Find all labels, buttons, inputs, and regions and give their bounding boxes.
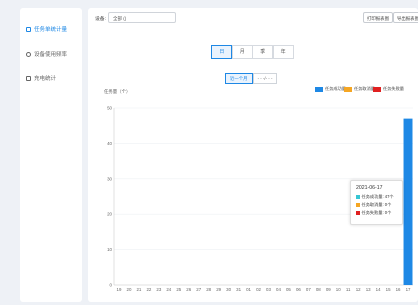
sidebar-item-device-usage[interactable]: 设备使用频率 (26, 50, 67, 58)
y-tick-label: 40 (107, 141, 112, 146)
x-tick-label: 15 (386, 287, 391, 292)
battery-icon (26, 75, 31, 81)
tooltip-swatch (356, 211, 360, 215)
x-tick-label: 02 (256, 287, 261, 292)
x-tick-label: 06 (296, 287, 301, 292)
x-tick-label: 16 (396, 287, 401, 292)
y-tick-label: 0 (110, 283, 113, 288)
sidebar-item-label: 设备使用频率 (34, 52, 68, 58)
x-tick-label: 08 (316, 287, 321, 292)
chart-tooltip: 2021-06-17 任务成功量: 47个 任务取消量: 0个 任务失败量: 0… (350, 180, 403, 225)
y-tick-label: 10 (107, 247, 112, 252)
bar (403, 118, 413, 286)
sidebar-item-label: 任务单统计量 (34, 27, 68, 33)
x-tick-label: 11 (346, 287, 351, 292)
x-tick-label: 23 (156, 287, 161, 292)
sidebar: 任务单统计量 设备使用频率 充电统计 (20, 8, 82, 302)
tooltip-date: 2021-06-17 (356, 185, 383, 191)
x-tick-label: 29 (216, 287, 221, 292)
x-tick-label: 20 (127, 287, 132, 292)
tooltip-row-text: 任务失败量: 0个 (361, 210, 392, 215)
x-tick-label: 09 (326, 287, 331, 292)
x-tick-label: 25 (176, 287, 181, 292)
x-tick-label: 27 (196, 287, 201, 292)
tooltip-row-fail: 任务失败量: 0个 (356, 210, 397, 216)
y-tick-label: 30 (107, 176, 112, 181)
sidebar-item-charging-stats[interactable]: 充电统计 (26, 74, 56, 82)
tooltip-swatch (356, 203, 360, 207)
x-tick-label: 19 (117, 287, 122, 292)
x-tick-label: 22 (146, 287, 151, 292)
x-tick-label: 31 (236, 287, 241, 292)
main-panel: 设备: 全部 () 打印报表图 导出报表图 日 月 季 年 近一个月 - - -… (88, 8, 418, 302)
tooltip-row-text: 任务取消量: 0个 (361, 202, 392, 207)
x-tick-label: 13 (366, 287, 371, 292)
x-tick-label: 10 (336, 287, 341, 292)
x-tick-label: 14 (376, 287, 381, 292)
x-tick-label: 01 (246, 287, 251, 292)
tooltip-row-cancel: 任务取消量: 0个 (356, 202, 397, 208)
gauge-icon (26, 51, 31, 57)
task-chart: 0 10 20 30 40 50 19 20 21 22 23 24 25 26 27 28 29 30 31 01 0… (107, 106, 413, 292)
x-tick-label: 17 (406, 287, 411, 292)
x-tick-label: 30 (226, 287, 231, 292)
sidebar-item-task-stats[interactable]: 任务单统计量 (26, 25, 67, 33)
x-tick-label: 21 (136, 287, 141, 292)
x-tick-label: 04 (276, 287, 281, 292)
x-tick-label: 03 (266, 287, 271, 292)
y-tick-label: 50 (107, 106, 112, 111)
tooltip-row-success: 任务成功量: 47个 (356, 194, 397, 200)
document-icon (26, 26, 31, 32)
x-tick-label: 07 (306, 287, 311, 292)
x-tick-label: 26 (186, 287, 191, 292)
x-tick-label: 28 (206, 287, 211, 292)
y-tick-label: 20 (107, 212, 112, 217)
x-tick-label: 12 (356, 287, 361, 292)
x-tick-label: 24 (166, 287, 171, 292)
tooltip-row-text: 任务成功量: 47个 (361, 194, 394, 199)
x-tick-label: 05 (286, 287, 291, 292)
tooltip-swatch (356, 195, 360, 199)
sidebar-item-label: 充电统计 (34, 76, 57, 82)
